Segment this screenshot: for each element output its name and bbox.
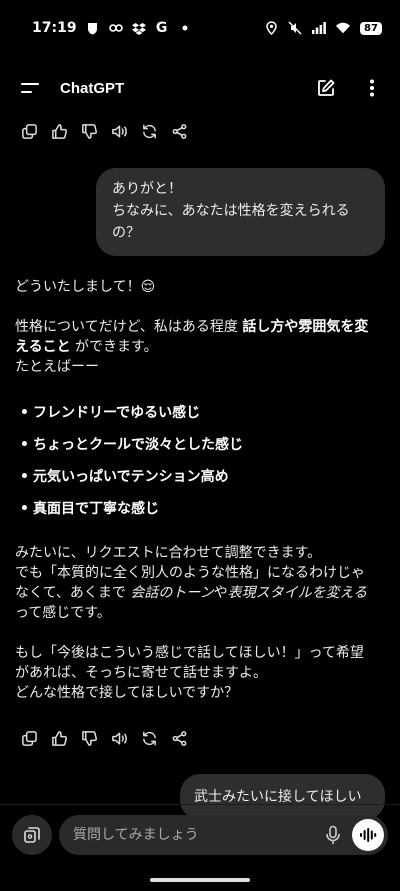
menu-icon[interactable] (18, 76, 42, 100)
text-span: って感じです。 (15, 605, 111, 621)
app-header: ChatGPT (0, 64, 400, 112)
google-g-icon: G (155, 20, 168, 36)
composer-divider (0, 804, 400, 805)
bold-text: 話し方や雰囲気を変 (242, 319, 369, 335)
share-icon[interactable] (164, 727, 194, 749)
bold-text: えること (15, 339, 71, 355)
text-span: みたいに、リクエストに合わせて調整できます。 (15, 545, 322, 561)
message-input-container[interactable] (59, 815, 388, 855)
message-input[interactable] (73, 827, 320, 843)
status-time: 17:19 (32, 20, 77, 36)
list-item: フレンドリーでゆるい感じ (15, 397, 387, 429)
list-item: 真面目で丁寧な感じ (15, 493, 387, 525)
text-span: があれば、そっちに寄せて話せますよ。 (15, 665, 267, 681)
text-span: なくて、あくまで (15, 585, 131, 601)
user-message-line: ちなみに、あなたは性格を変えられる (112, 203, 350, 219)
home-indicator[interactable] (150, 878, 250, 882)
wifi-icon (336, 21, 350, 35)
shield-icon (86, 21, 100, 35)
assistant-greeting: どういたしまして！😌 (15, 279, 156, 295)
user-message-line: の？ (112, 225, 140, 241)
user-message-bubble: ありがと！ ちなみに、あなたは性格を変えられる の？ (96, 168, 385, 256)
voice-mode-icon[interactable] (352, 819, 384, 851)
list-item: ちょっとクールで淡々とした感じ (15, 429, 387, 461)
regenerate-icon[interactable] (134, 120, 164, 142)
dropbox-icon (131, 21, 146, 35)
dot-icon (178, 21, 192, 35)
italic-text: 会話のトーン (130, 585, 214, 601)
personality-list: フレンドリーでゆるい感じ ちょっとクールで淡々とした感じ 元気いっぱいでテンショ… (15, 397, 387, 525)
signal-icon (312, 21, 326, 35)
composer (0, 812, 400, 858)
share-icon[interactable] (164, 120, 194, 142)
link-icon (108, 21, 123, 35)
read-aloud-icon[interactable] (104, 120, 134, 142)
text-span: 性格についてだけど、私はある程度 (15, 319, 243, 335)
new-chat-icon[interactable] (312, 74, 340, 102)
copy-icon[interactable] (14, 727, 44, 749)
assistant-message: どういたしまして！😌 性格についてだけど、私はある程度 話し方や雰囲気を変えるこ… (15, 277, 387, 703)
list-item: 元気いっぱいでテンション高め (15, 461, 387, 493)
app-title[interactable]: ChatGPT (60, 80, 124, 97)
status-bar: 17:19 G 87 (0, 0, 400, 56)
mic-icon[interactable] (320, 822, 346, 848)
text-span: どんな性格で接してほしいですか？ (15, 685, 239, 701)
text-span: でも「本質的に全く別人のような性格」になるわけじゃ (15, 565, 365, 581)
location-icon (264, 21, 278, 35)
text-span: や (213, 585, 228, 601)
assistant-paragraph-2: みたいに、リクエストに合わせて調整できます。 でも「本質的に全く別人のような性格… (15, 543, 387, 623)
text-span: ができます。 (70, 339, 158, 355)
thumbs-down-icon[interactable] (74, 727, 104, 749)
read-aloud-icon[interactable] (104, 727, 134, 749)
user-message-line: ありがと！ (112, 181, 182, 197)
message-actions-bottom (14, 727, 194, 749)
copy-icon[interactable] (14, 120, 44, 142)
regenerate-icon[interactable] (134, 727, 164, 749)
thumbs-up-icon[interactable] (44, 120, 74, 142)
battery-icon: 87 (360, 21, 382, 35)
thumbs-up-icon[interactable] (44, 727, 74, 749)
italic-text: 表現スタイルを変える (227, 585, 368, 601)
text-span: もし「今後はこういう感じで話してほしい！」って希望 (15, 645, 364, 661)
attach-icon[interactable] (12, 815, 52, 855)
text-span: たとえばーー (15, 359, 99, 375)
assistant-paragraph-1: 性格についてだけど、私はある程度 話し方や雰囲気を変えること ができます。たとえ… (15, 317, 387, 377)
assistant-paragraph-3: もし「今後はこういう感じで話してほしい！」って希望 があれば、そっちに寄せて話せ… (15, 643, 387, 703)
more-vert-icon[interactable] (358, 74, 386, 102)
thumbs-down-icon[interactable] (74, 120, 104, 142)
mute-icon (288, 21, 302, 35)
message-actions-top (14, 120, 194, 142)
